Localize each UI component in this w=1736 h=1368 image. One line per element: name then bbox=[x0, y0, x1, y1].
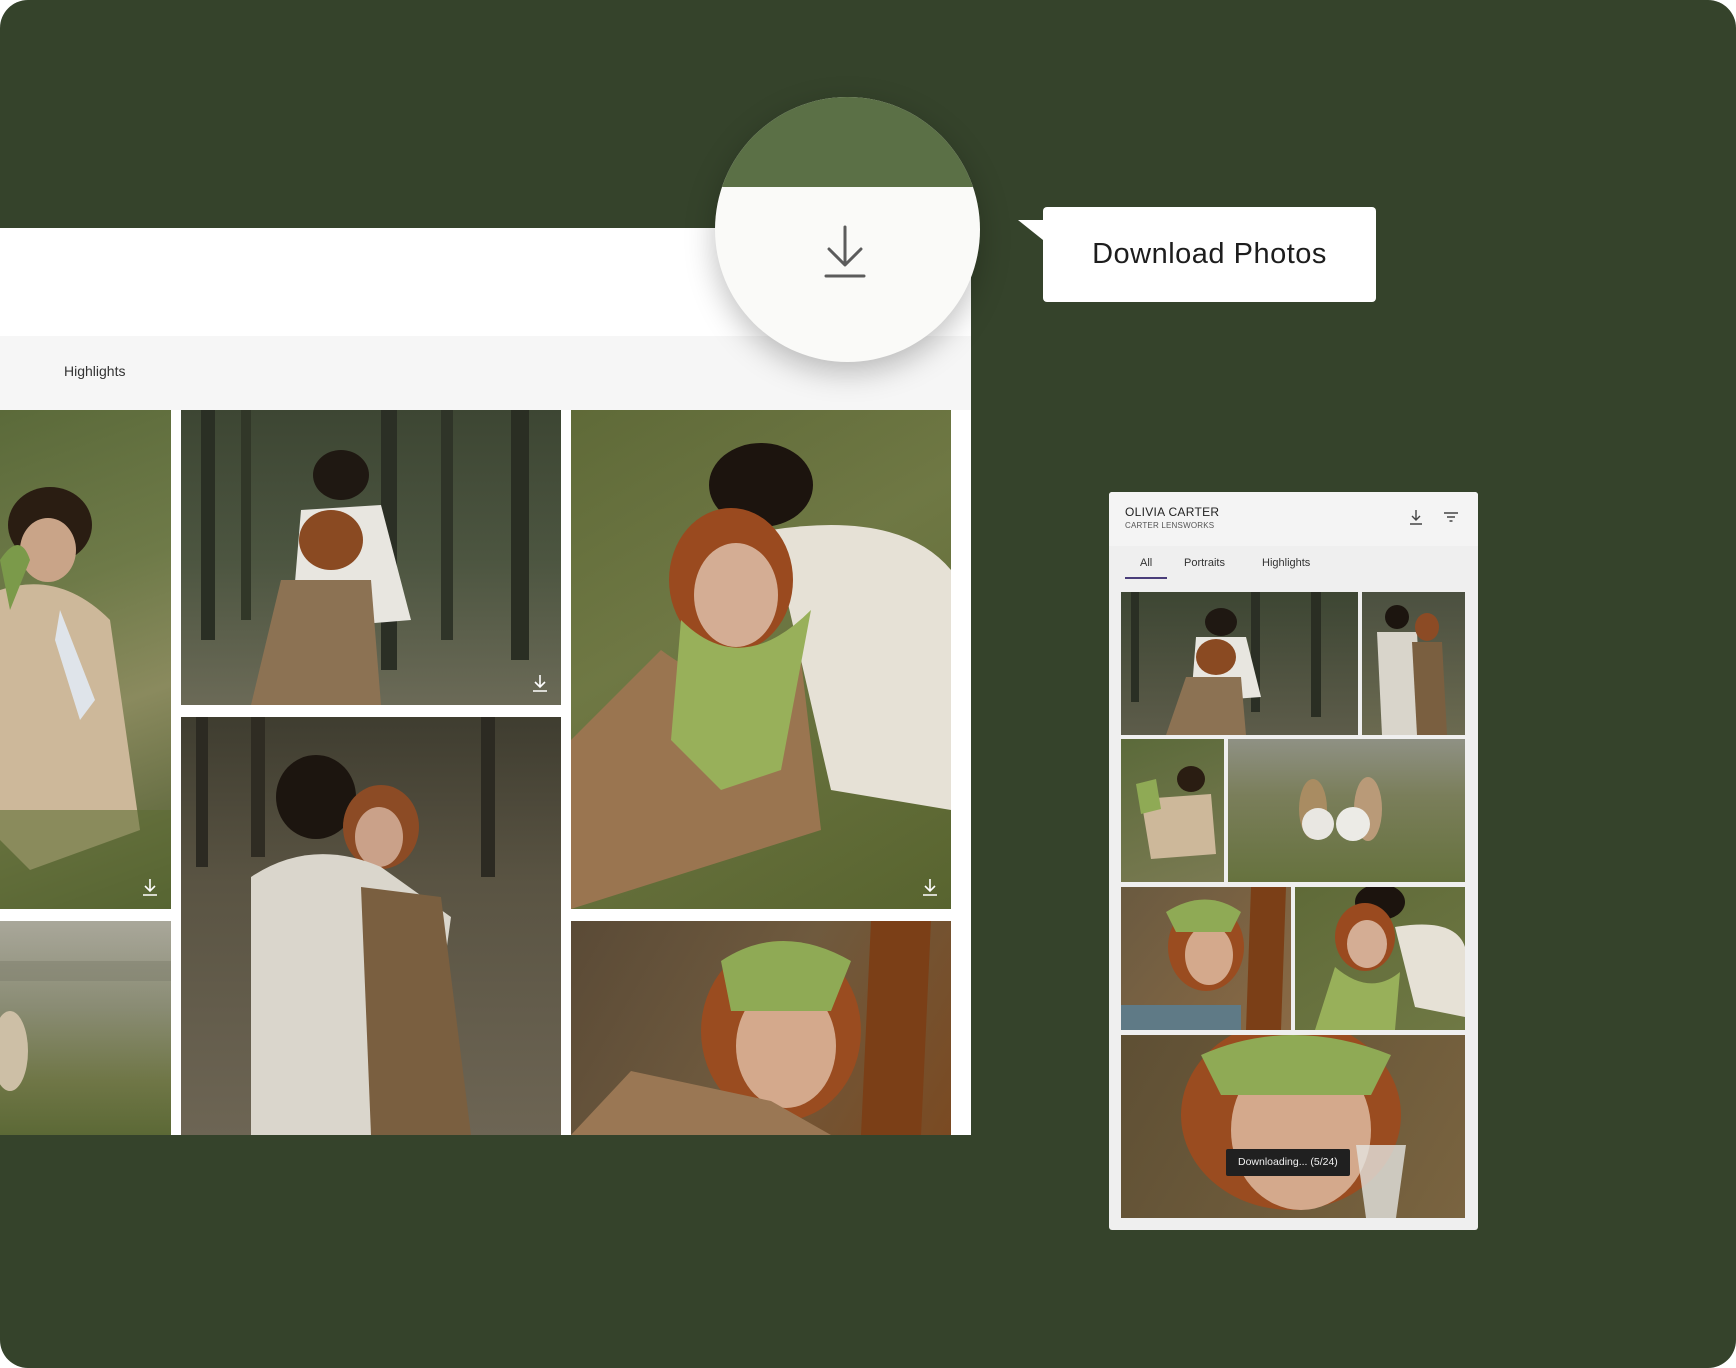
photo-forest-running bbox=[201, 410, 529, 705]
magnifier-header-strip bbox=[715, 97, 980, 187]
photo-tile[interactable] bbox=[571, 410, 951, 909]
photo-tile[interactable] bbox=[181, 717, 561, 1135]
callout-label: Download Photos bbox=[1092, 238, 1327, 270]
photo-tile[interactable] bbox=[0, 410, 171, 909]
photo-leaning-tree bbox=[571, 921, 931, 1135]
download-icon[interactable] bbox=[141, 877, 159, 897]
active-tab-underline bbox=[1125, 577, 1167, 579]
photo-tile[interactable] bbox=[1295, 887, 1465, 1030]
download-photos-callout: Download Photos bbox=[1043, 207, 1376, 302]
photo-tile[interactable] bbox=[1121, 1035, 1465, 1218]
studio-name: CARTER LENSWORKS bbox=[1125, 521, 1215, 530]
photo-couple-sitting bbox=[0, 487, 171, 909]
photo-lying-scarf bbox=[571, 443, 951, 909]
tab-portraits[interactable]: Portraits bbox=[1184, 557, 1225, 569]
photo-forest-running bbox=[1131, 592, 1321, 735]
mobile-header: OLIVIA CARTER CARTER LENSWORKS bbox=[1109, 492, 1478, 546]
filter-icon[interactable] bbox=[1443, 508, 1459, 526]
photo-leaning-tree bbox=[1121, 887, 1286, 1030]
photo-couple-embrace bbox=[196, 717, 495, 1135]
download-icon[interactable] bbox=[1408, 508, 1424, 526]
photo-tile[interactable] bbox=[1228, 739, 1465, 882]
tab-highlights[interactable]: Highlights bbox=[1262, 557, 1310, 569]
photo-tile[interactable] bbox=[1121, 739, 1224, 882]
photo-tile[interactable] bbox=[1362, 592, 1465, 735]
canvas: Highlights Download Photos OLIVIA CARTER… bbox=[0, 0, 1736, 1368]
photo-tile[interactable] bbox=[181, 410, 561, 705]
photo-couple-embrace bbox=[1377, 605, 1447, 735]
magnifier-lens bbox=[715, 97, 980, 362]
download-icon[interactable] bbox=[820, 224, 870, 279]
photo-couple-sitting bbox=[1136, 766, 1216, 859]
photo-field-walk bbox=[1299, 777, 1382, 841]
photo-tile[interactable] bbox=[1121, 592, 1358, 735]
desktop-gallery-card: Highlights bbox=[0, 228, 971, 1135]
photo-tile[interactable] bbox=[0, 921, 171, 1135]
photo-closeup-glass bbox=[1181, 1035, 1406, 1218]
download-icon[interactable] bbox=[531, 673, 549, 693]
photo-tile[interactable] bbox=[571, 921, 951, 1135]
tab-highlights[interactable]: Highlights bbox=[64, 363, 125, 379]
owner-name: OLIVIA CARTER bbox=[1125, 505, 1220, 519]
download-icon[interactable] bbox=[921, 877, 939, 897]
tab-all[interactable]: All bbox=[1140, 557, 1152, 569]
download-progress-toast: Downloading... (5/24) bbox=[1226, 1149, 1350, 1176]
photo-field-walk bbox=[0, 961, 171, 1091]
photo-lying-scarf bbox=[1315, 887, 1465, 1030]
mobile-gallery-card: OLIVIA CARTER CARTER LENSWORKS bbox=[1109, 492, 1478, 1230]
photo-tile[interactable] bbox=[1121, 887, 1291, 1030]
